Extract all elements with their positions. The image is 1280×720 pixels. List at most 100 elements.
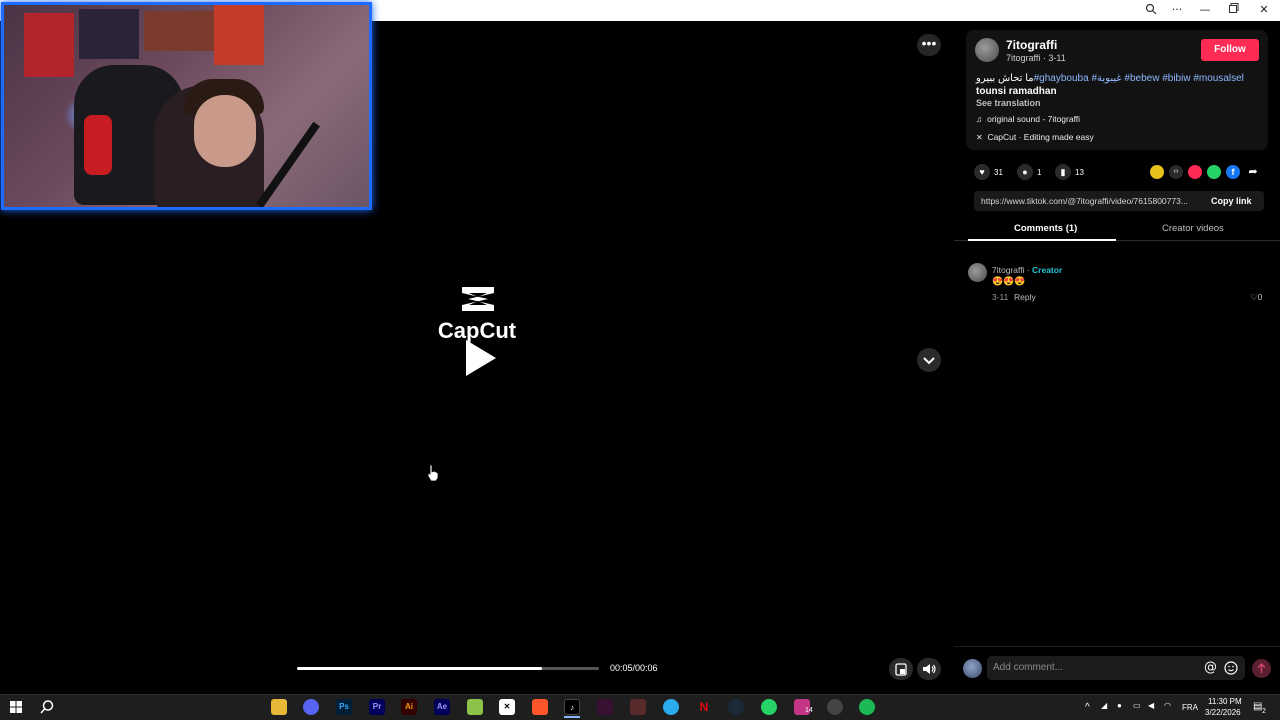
close-button[interactable]: ✕ bbox=[1256, 3, 1272, 17]
send-to-friends-icon[interactable] bbox=[1188, 165, 1202, 179]
send-button[interactable] bbox=[1252, 659, 1271, 678]
emoji-icon[interactable] bbox=[1224, 661, 1238, 675]
avatar bbox=[963, 659, 982, 678]
post-caption: ما تحاش ببيرو#ghaybouba #غيبوبة #bebew #… bbox=[976, 73, 1261, 85]
caption-line-2: tounsi ramadhan bbox=[976, 86, 1057, 97]
app-icon[interactable] bbox=[827, 699, 843, 715]
music-note-icon: ♫ bbox=[976, 114, 983, 124]
netflix-icon[interactable]: N bbox=[696, 699, 712, 715]
comment-username[interactable]: 7itograffi bbox=[992, 265, 1024, 275]
illustrator-icon[interactable]: Ai bbox=[401, 699, 417, 715]
next-video-button[interactable] bbox=[917, 348, 941, 372]
language-indicator[interactable]: FRA bbox=[1182, 703, 1198, 712]
sound-label: original sound - 7itograffi bbox=[987, 114, 1081, 124]
volume-button[interactable] bbox=[917, 658, 941, 680]
telegram-icon[interactable] bbox=[663, 699, 679, 715]
creator-badge: Creator bbox=[1032, 265, 1063, 275]
after-effects-icon[interactable]: Ae bbox=[434, 699, 450, 715]
photoshop-icon[interactable]: Ps bbox=[336, 699, 352, 715]
game-icon[interactable] bbox=[630, 699, 646, 715]
share-arrow-icon[interactable]: ➦ bbox=[1246, 165, 1260, 179]
play-icon[interactable] bbox=[462, 338, 498, 378]
notification-count: 2 bbox=[1262, 708, 1266, 715]
display-icon[interactable]: ▭ bbox=[1133, 701, 1141, 710]
speaker-icon bbox=[923, 664, 936, 674]
tab-creator-videos[interactable]: Creator videos bbox=[1162, 223, 1224, 234]
clock-time[interactable]: 11:30 PM bbox=[1208, 697, 1242, 706]
caption-hashtags[interactable]: #ghaybouba #غيبوبة #bebew #bibiw #mousal… bbox=[1034, 73, 1244, 84]
like-count: 31 bbox=[994, 167, 1003, 177]
zoom-icon[interactable] bbox=[1143, 3, 1159, 17]
picture-in-picture-button[interactable] bbox=[889, 658, 913, 680]
video-link-text: https://www.tiktok.com/@7itograffi/video… bbox=[981, 196, 1188, 206]
minimize-button[interactable]: — bbox=[1197, 3, 1213, 17]
bookmark-icon: ▮ bbox=[1055, 164, 1071, 180]
original-sound-link[interactable]: ♫ original sound - 7itograffi bbox=[976, 114, 1080, 124]
app-icon[interactable] bbox=[597, 699, 613, 715]
wall-poster bbox=[144, 11, 214, 51]
screen: ··· — ✕ ntent CapCut bbox=[0, 0, 1280, 720]
restore-button[interactable] bbox=[1226, 3, 1242, 17]
comment-button[interactable]: ● 1 bbox=[1017, 164, 1041, 180]
facebook-icon[interactable]: f bbox=[1226, 165, 1240, 179]
avatar[interactable] bbox=[968, 263, 987, 282]
whatsapp-icon[interactable] bbox=[761, 699, 777, 715]
streamer-face bbox=[194, 95, 256, 167]
video-progress-fill bbox=[297, 667, 542, 670]
comment-like-button[interactable]: ♡0 bbox=[1250, 292, 1262, 303]
like-button[interactable]: ♥ 31 bbox=[974, 164, 1003, 180]
chevron-down-icon bbox=[923, 357, 935, 365]
wifi-icon[interactable]: ◠ bbox=[1164, 701, 1171, 710]
comment-separator: · bbox=[1024, 265, 1033, 275]
comment-date: 3-11 bbox=[992, 292, 1009, 302]
tab-active-indicator bbox=[968, 239, 1116, 241]
file-explorer-icon[interactable] bbox=[271, 699, 287, 715]
discord-icon[interactable] bbox=[303, 699, 319, 715]
premiere-icon[interactable]: Pr bbox=[369, 699, 385, 715]
windows-start-icon[interactable] bbox=[8, 699, 24, 715]
instagram-badge: 14 bbox=[805, 707, 813, 714]
more-options-icon[interactable]: ··· bbox=[1169, 3, 1185, 17]
reply-button[interactable]: Reply bbox=[1014, 292, 1036, 302]
network-icon[interactable]: ◢ bbox=[1101, 701, 1107, 710]
avatar[interactable] bbox=[975, 38, 999, 62]
search-icon[interactable] bbox=[39, 699, 55, 715]
comment-input-placeholder[interactable]: Add comment... bbox=[993, 662, 1063, 673]
gaming-chair-accent bbox=[84, 115, 112, 175]
capcut-taskbar-icon[interactable]: ✕ bbox=[499, 699, 515, 715]
brave-icon[interactable] bbox=[532, 699, 548, 715]
green-app-icon[interactable] bbox=[467, 699, 483, 715]
see-translation-link[interactable]: See translation bbox=[976, 98, 1041, 108]
save-button[interactable]: ▮ 13 bbox=[1055, 164, 1084, 180]
speaker-icon[interactable]: ◀ bbox=[1148, 701, 1154, 710]
video-time: 00:05/00:06 bbox=[610, 663, 658, 673]
mention-icon[interactable]: @ bbox=[1204, 660, 1217, 675]
more-options-button[interactable]: ••• bbox=[917, 34, 941, 56]
comment-count: 1 bbox=[1037, 167, 1042, 177]
webcam-overlay bbox=[1, 2, 372, 210]
spotify-icon[interactable] bbox=[859, 699, 875, 715]
composer-divider bbox=[954, 646, 1280, 647]
wall-poster bbox=[214, 5, 264, 65]
follow-button[interactable]: Follow bbox=[1201, 39, 1259, 61]
pip-icon bbox=[895, 663, 907, 676]
tiktok-icon[interactable]: ♪ bbox=[564, 699, 580, 715]
tab-comments[interactable]: Comments (1) bbox=[1014, 223, 1077, 234]
capcut-link[interactable]: ✕ CapCut · Editing made easy bbox=[976, 132, 1094, 142]
post-username[interactable]: 7itograffi bbox=[1006, 38, 1057, 52]
microphone-arm bbox=[256, 121, 320, 207]
mic-icon[interactable]: ● bbox=[1117, 701, 1122, 710]
video-progress-bar[interactable] bbox=[297, 667, 599, 670]
share-friends-icon[interactable] bbox=[1150, 165, 1164, 179]
capcut-label: CapCut · Editing made easy bbox=[987, 132, 1094, 142]
comment-header: 7itograffi · Creator bbox=[992, 265, 1062, 275]
embed-icon[interactable]: ‹› bbox=[1169, 165, 1183, 179]
steam-icon[interactable] bbox=[728, 699, 744, 715]
save-count: 13 bbox=[1075, 167, 1084, 177]
wall-poster bbox=[24, 13, 74, 77]
clock-date[interactable]: 3/22/2026 bbox=[1205, 708, 1241, 717]
tray-chevron-icon[interactable]: ^ bbox=[1085, 702, 1090, 713]
whatsapp-icon[interactable] bbox=[1207, 165, 1221, 179]
active-app-indicator bbox=[564, 716, 580, 718]
copy-link-button[interactable]: Copy link bbox=[1211, 196, 1252, 206]
